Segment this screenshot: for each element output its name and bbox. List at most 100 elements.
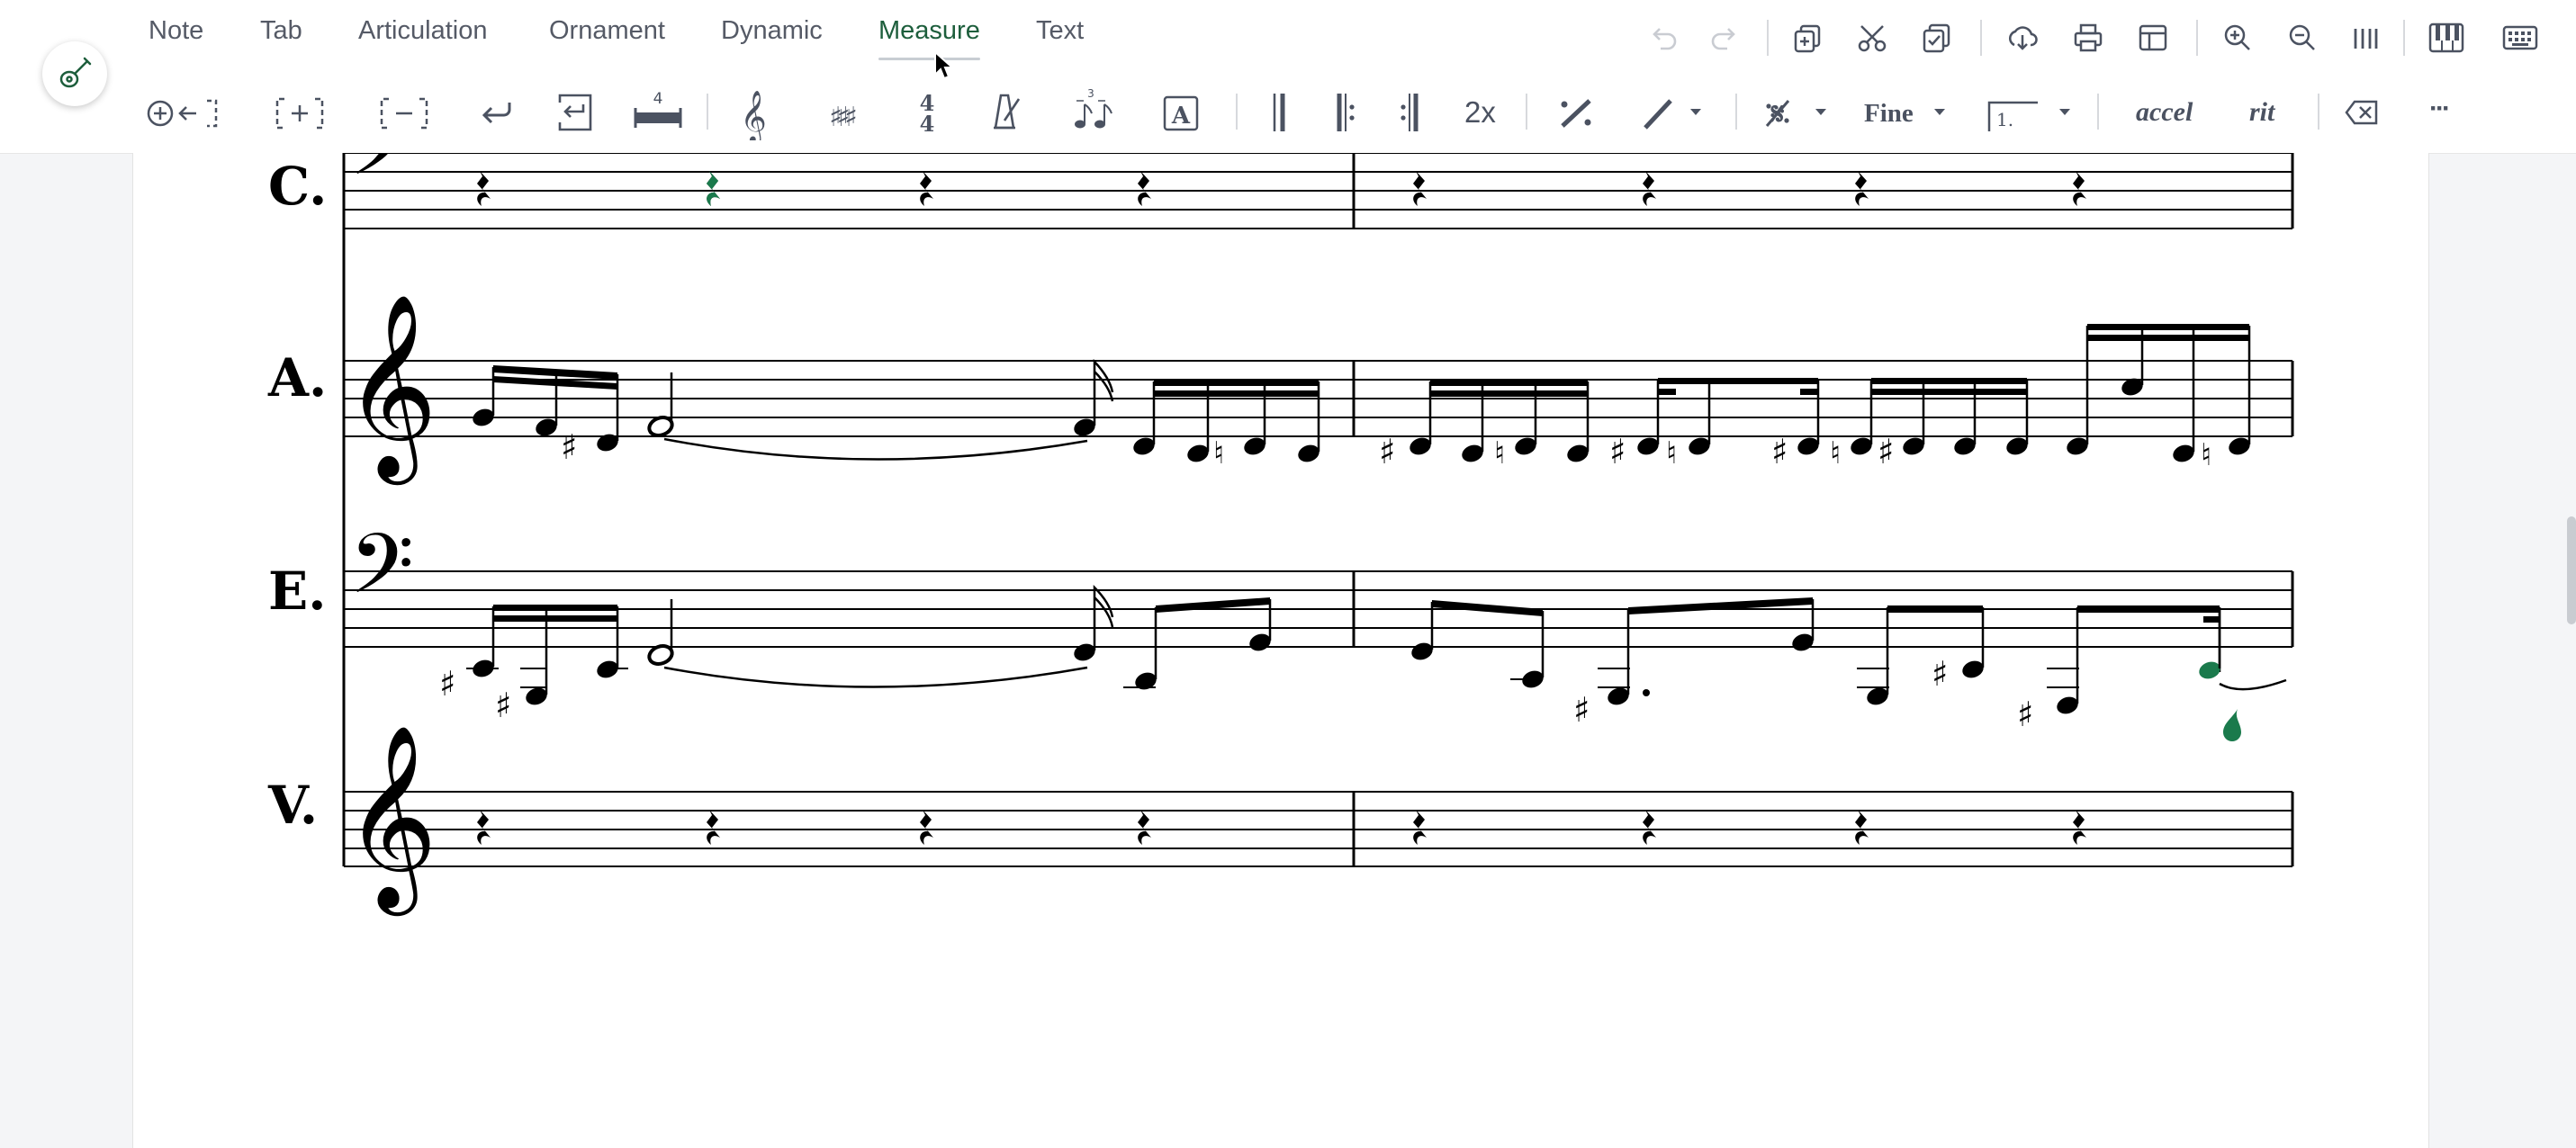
svg-text:4: 4 xyxy=(920,111,935,137)
note-group[interactable] xyxy=(1410,600,1546,691)
vertical-scrollbar[interactable] xyxy=(2567,516,2576,624)
fine-button[interactable]: Fine xyxy=(1864,99,1914,129)
toolbar-divider xyxy=(1767,20,1769,56)
piano-icon[interactable] xyxy=(2427,20,2465,56)
remove-measure-icon[interactable] xyxy=(376,94,432,133)
note-group[interactable]: ♯ xyxy=(2017,605,2221,734)
zoom-in-icon[interactable] xyxy=(2221,22,2254,54)
quarter-rest[interactable] xyxy=(1138,810,1151,845)
quarter-rest[interactable] xyxy=(477,810,491,845)
metronome-icon[interactable] xyxy=(981,86,1026,139)
quarter-rest[interactable] xyxy=(2073,171,2086,206)
drag-handle-icon[interactable] xyxy=(2223,709,2241,741)
note-group[interactable]: ♯ ♮ ♯ xyxy=(1609,378,1821,471)
svg-text:♯: ♯ xyxy=(495,686,511,725)
staff-label: A. xyxy=(267,347,327,408)
barlines-icon[interactable] xyxy=(2349,22,2382,54)
chevron-down-icon[interactable] xyxy=(1689,106,1705,119)
multi-rest-number: 4 xyxy=(653,90,663,108)
cut-icon[interactable] xyxy=(1856,22,1888,54)
chevron-down-icon[interactable] xyxy=(2058,106,2074,119)
svg-text:♯: ♯ xyxy=(1573,690,1590,730)
quarter-rest[interactable] xyxy=(1643,171,1656,206)
zoom-out-icon[interactable] xyxy=(2286,22,2319,54)
tab-measure[interactable]: Measure xyxy=(878,16,980,60)
note-group[interactable]: ♯ ♮ xyxy=(1379,380,1590,471)
text-box-icon[interactable]: A xyxy=(1161,94,1201,133)
toolbar-divider xyxy=(1526,94,1527,130)
keyboard-icon[interactable] xyxy=(2502,23,2538,52)
redo-icon[interactable] xyxy=(1708,22,1741,54)
app-logo[interactable] xyxy=(42,41,107,106)
rit-button[interactable]: rit xyxy=(2249,97,2274,128)
quarter-rest[interactable] xyxy=(2073,810,2086,845)
double-barline-icon[interactable] xyxy=(1265,90,1293,135)
quarter-rest[interactable] xyxy=(707,810,720,845)
download-icon[interactable] xyxy=(2006,22,2039,54)
clef-icon[interactable]: 𝄞 xyxy=(731,86,776,140)
more-button[interactable]: ··· xyxy=(2429,94,2451,124)
treble-clef xyxy=(344,292,438,485)
staff-label: E. xyxy=(268,561,326,622)
staff-label: V. xyxy=(267,775,318,836)
chevron-down-icon[interactable] xyxy=(1932,106,1949,119)
chevron-down-icon[interactable] xyxy=(1814,106,1830,119)
note-group[interactable]: ♯ ♯ xyxy=(439,605,628,725)
volta-icon[interactable]: 1. xyxy=(1986,92,2041,135)
tab-text[interactable]: Text xyxy=(1036,16,1084,46)
quarter-rest[interactable] xyxy=(1855,810,1869,845)
measure-repeat-icon[interactable] xyxy=(1555,94,1597,133)
add-measure-icon[interactable] xyxy=(272,94,328,133)
paste-icon[interactable] xyxy=(1921,22,1953,54)
note-group[interactable]: ♯ xyxy=(1857,605,1986,708)
undo-icon[interactable] xyxy=(1647,22,1680,54)
quarter-rest[interactable] xyxy=(1643,810,1656,845)
quarter-rest[interactable] xyxy=(920,810,933,845)
toolbar-divider xyxy=(2097,94,2099,130)
tab-ornament[interactable]: Ornament xyxy=(549,16,665,46)
note-group[interactable]: ♮ ♯ xyxy=(1830,378,2030,471)
staff-v[interactable]: V. xyxy=(267,723,2294,916)
tab-articulation[interactable]: Articulation xyxy=(358,16,487,46)
svg-text:♮: ♮ xyxy=(1666,435,1677,471)
repeat-count-button[interactable]: 2x xyxy=(1464,95,1496,130)
selected-rest[interactable] xyxy=(707,171,720,206)
segno-icon[interactable]: 𝄋 xyxy=(1760,92,1796,133)
end-repeat-icon[interactable] xyxy=(1397,90,1424,135)
svg-text:♯: ♯ xyxy=(1932,654,1948,694)
tab-dynamic[interactable]: Dynamic xyxy=(721,16,823,46)
svg-text:♮: ♮ xyxy=(2201,437,2211,473)
slash-notation-icon[interactable] xyxy=(1638,94,1678,133)
quarter-rest[interactable] xyxy=(920,171,933,206)
note-group[interactable]: ♮ xyxy=(1131,380,1322,471)
staff-c[interactable]: C. xyxy=(268,153,2294,229)
staff-e[interactable]: E. ♯ ♯ ♯ ♯ ♯ xyxy=(268,516,2294,741)
tab-tab[interactable]: Tab xyxy=(260,16,302,46)
guitar-icon xyxy=(59,57,92,88)
quarter-rest[interactable] xyxy=(1138,171,1151,206)
accel-button[interactable]: accel xyxy=(2136,97,2193,128)
insert-measure-before-icon[interactable] xyxy=(144,94,225,133)
quarter-rest[interactable] xyxy=(1413,810,1427,845)
note-group[interactable]: ♯ xyxy=(1573,597,1815,730)
copy-icon[interactable] xyxy=(1791,22,1824,54)
staff-a[interactable]: A. ♯ ♮ ♯ ♮ ♯ ♮ ♯ ♮ ♯ ♮ xyxy=(267,292,2294,485)
tuplet-icon[interactable]: 3 xyxy=(1067,85,1116,139)
quarter-rest[interactable] xyxy=(1413,171,1427,206)
clear-icon[interactable] xyxy=(2344,97,2380,128)
tab-note[interactable]: Note xyxy=(149,16,203,46)
toolbar-divider xyxy=(1236,94,1238,130)
key-signature-icon[interactable]: ♯♯♯ xyxy=(812,88,869,137)
volta-number: 1. xyxy=(1996,109,2013,130)
layout-icon[interactable] xyxy=(2137,22,2169,54)
time-signature-icon[interactable]: 4 4 xyxy=(909,86,945,139)
treble-clef xyxy=(344,723,438,916)
line-break-icon[interactable] xyxy=(473,94,518,133)
start-repeat-icon[interactable] xyxy=(1332,90,1359,135)
print-icon[interactable] xyxy=(2072,22,2104,54)
quarter-rest[interactable] xyxy=(1855,171,1869,206)
quarter-rest[interactable] xyxy=(477,171,491,206)
note-group[interactable] xyxy=(1123,597,1273,693)
page-break-icon[interactable] xyxy=(551,90,599,135)
svg-text:♯: ♯ xyxy=(1609,432,1626,471)
